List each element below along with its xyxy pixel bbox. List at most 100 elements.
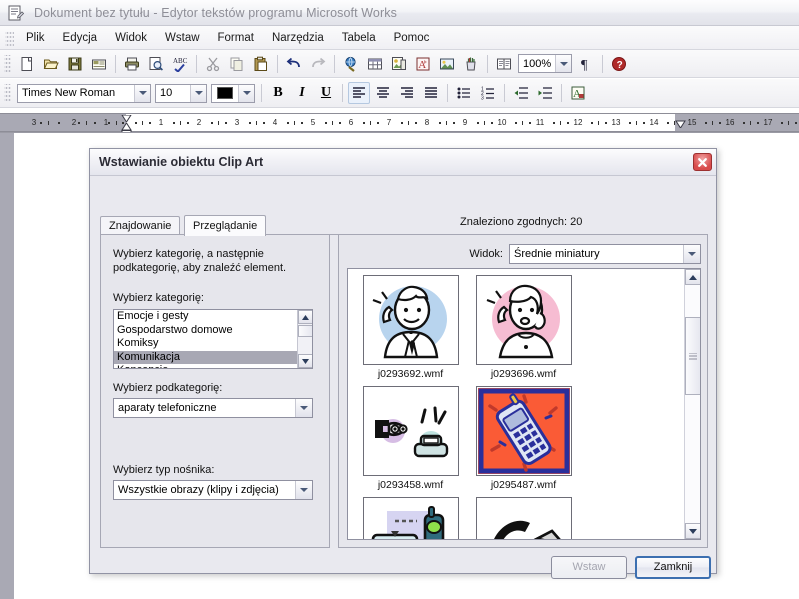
zoom-combo[interactable]: 100% — [518, 54, 572, 73]
thumbnail-scrollbar[interactable] — [684, 269, 700, 539]
horizontal-ruler[interactable]: 3 2 1 1 2 3 4 5 6 7 8 9 10 11 12 13 14 1… — [0, 113, 799, 133]
chevron-down-icon[interactable] — [295, 481, 312, 499]
scrollbar-thumb[interactable] — [685, 317, 700, 395]
save-icon[interactable] — [64, 53, 86, 75]
scroll-down-icon[interactable] — [298, 354, 312, 368]
spellcheck-icon[interactable]: ABC — [169, 53, 191, 75]
list-item[interactable]: j0293458.wmf — [358, 386, 463, 491]
envelope-icon[interactable] — [88, 53, 110, 75]
ruler-dot — [94, 122, 96, 124]
scroll-down-icon[interactable] — [685, 523, 700, 539]
ruler-dot — [149, 122, 151, 124]
list-item[interactable]: Gospodarstwo domowe — [114, 324, 297, 338]
align-center-icon[interactable] — [372, 82, 394, 104]
list-item-selected[interactable]: Komunikacja — [114, 350, 297, 365]
menu-plik[interactable]: Plik — [17, 29, 54, 47]
dialog-body: Znajdowanie Przeglądanie Znaleziono zgod… — [90, 176, 716, 579]
category-scrollbar[interactable] — [297, 310, 312, 368]
scrollbar-thumb[interactable] — [298, 325, 312, 337]
numbered-list-icon[interactable]: 123 — [477, 82, 499, 104]
list-item[interactable]: Emocje i gesty — [114, 310, 297, 324]
menu-narzedzia[interactable]: Narzędzia — [263, 29, 333, 47]
clipart-thumbnail[interactable] — [362, 275, 459, 365]
easy-text-icon[interactable] — [493, 53, 515, 75]
font-name-combo[interactable]: Times New Roman — [17, 83, 151, 103]
print-preview-icon[interactable] — [145, 53, 167, 75]
chevron-down-icon[interactable] — [190, 84, 206, 102]
menu-format[interactable]: Format — [209, 29, 263, 47]
right-indent-marker[interactable] — [675, 119, 686, 129]
close-button[interactable]: Zamknij — [635, 556, 711, 579]
clipart-thumbnail[interactable] — [475, 386, 572, 476]
insert-table-icon[interactable] — [364, 53, 386, 75]
menu-pomoc[interactable]: Pomoc — [385, 29, 439, 47]
highlight-icon[interactable]: A — [567, 82, 589, 104]
insert-hyperlink-icon[interactable] — [340, 53, 362, 75]
standard-toolbar-grip[interactable] — [4, 54, 11, 73]
menu-widok[interactable]: Widok — [106, 29, 156, 47]
clipart-thumbnail[interactable] — [475, 497, 572, 539]
clipart-thumbnail[interactable] — [475, 275, 572, 365]
view-mode-combo[interactable]: Średnie miniatury — [509, 244, 701, 264]
list-item[interactable]: j0290155.wmf — [471, 497, 576, 539]
scroll-up-icon[interactable] — [298, 310, 312, 324]
new-document-icon[interactable] — [16, 53, 38, 75]
close-icon[interactable] — [693, 153, 712, 171]
insert-clipart-icon[interactable] — [388, 53, 410, 75]
insert-picture-icon[interactable] — [436, 53, 458, 75]
category-label: Wybierz kategorię: — [113, 292, 204, 304]
font-color-combo[interactable] — [211, 83, 255, 103]
formatting-toolbar-grip[interactable] — [4, 84, 11, 102]
ruler-dot — [705, 122, 707, 124]
italic-button[interactable]: I — [291, 82, 313, 104]
list-item[interactable]: j0294142.wmf — [358, 497, 463, 539]
dialog-titlebar[interactable]: Wstawianie obiektu Clip Art — [90, 149, 716, 176]
menu-edycja[interactable]: Edycja — [54, 29, 107, 47]
align-justify-icon[interactable] — [420, 82, 442, 104]
chevron-down-icon[interactable] — [238, 84, 254, 102]
increase-indent-icon[interactable] — [534, 82, 556, 104]
scroll-up-icon[interactable] — [685, 269, 700, 285]
menu-wstaw[interactable]: Wstaw — [156, 29, 209, 47]
bullet-list-icon[interactable] — [453, 82, 475, 104]
media-type-combo[interactable]: Wszystkie obrazy (klipy i zdjęcia) — [113, 480, 313, 500]
open-folder-icon[interactable] — [40, 53, 62, 75]
list-item[interactable]: j0293692.wmf — [358, 275, 463, 380]
clipart-thumbnail[interactable] — [362, 386, 459, 476]
align-right-icon[interactable] — [396, 82, 418, 104]
tab-znajdowanie[interactable]: Znajdowanie — [100, 216, 181, 235]
ruler-dot — [58, 122, 60, 124]
decrease-indent-icon[interactable] — [510, 82, 532, 104]
first-line-indent-marker[interactable] — [121, 114, 132, 123]
underline-button[interactable]: U — [315, 82, 337, 104]
menu-tabela[interactable]: Tabela — [333, 29, 385, 47]
browse-hint-text: Wybierz kategorię, a następnie podkatego… — [113, 248, 287, 274]
subcategory-combo[interactable]: aparaty telefoniczne — [113, 398, 313, 418]
list-item[interactable]: j0295487.wmf — [471, 386, 576, 491]
list-item[interactable]: j0293696.wmf — [471, 275, 576, 380]
help-icon[interactable]: ? — [608, 53, 630, 75]
show-formatting-marks-icon[interactable]: ¶ — [575, 53, 597, 75]
bold-button[interactable]: B — [267, 82, 289, 104]
print-icon[interactable] — [121, 53, 143, 75]
undo-icon[interactable] — [283, 53, 305, 75]
clipart-thumbnail[interactable] — [362, 497, 459, 539]
insert-wordart-icon[interactable]: A — [412, 53, 434, 75]
redo-icon[interactable] — [307, 53, 329, 75]
list-item[interactable]: Koncepcje — [114, 364, 297, 368]
font-size-combo[interactable]: 10 — [155, 83, 207, 103]
insert-button[interactable]: Wstaw — [551, 556, 627, 579]
align-left-icon[interactable] — [348, 82, 370, 104]
cut-scissors-icon[interactable] — [202, 53, 224, 75]
chevron-down-icon[interactable] — [134, 84, 150, 102]
list-item[interactable]: Komiksy — [114, 337, 297, 351]
chevron-down-icon[interactable] — [555, 55, 571, 72]
chevron-down-icon[interactable] — [295, 399, 312, 417]
insert-drawing-icon[interactable] — [460, 53, 482, 75]
chevron-down-icon[interactable] — [683, 245, 700, 263]
copy-icon[interactable] — [226, 53, 248, 75]
category-listbox[interactable]: Emocje i gesty Gospodarstwo domowe Komik… — [113, 309, 313, 369]
paste-clipboard-icon[interactable] — [250, 53, 272, 75]
menubar-grip[interactable] — [5, 29, 14, 46]
tab-przegladanie[interactable]: Przeglądanie — [184, 215, 267, 236]
